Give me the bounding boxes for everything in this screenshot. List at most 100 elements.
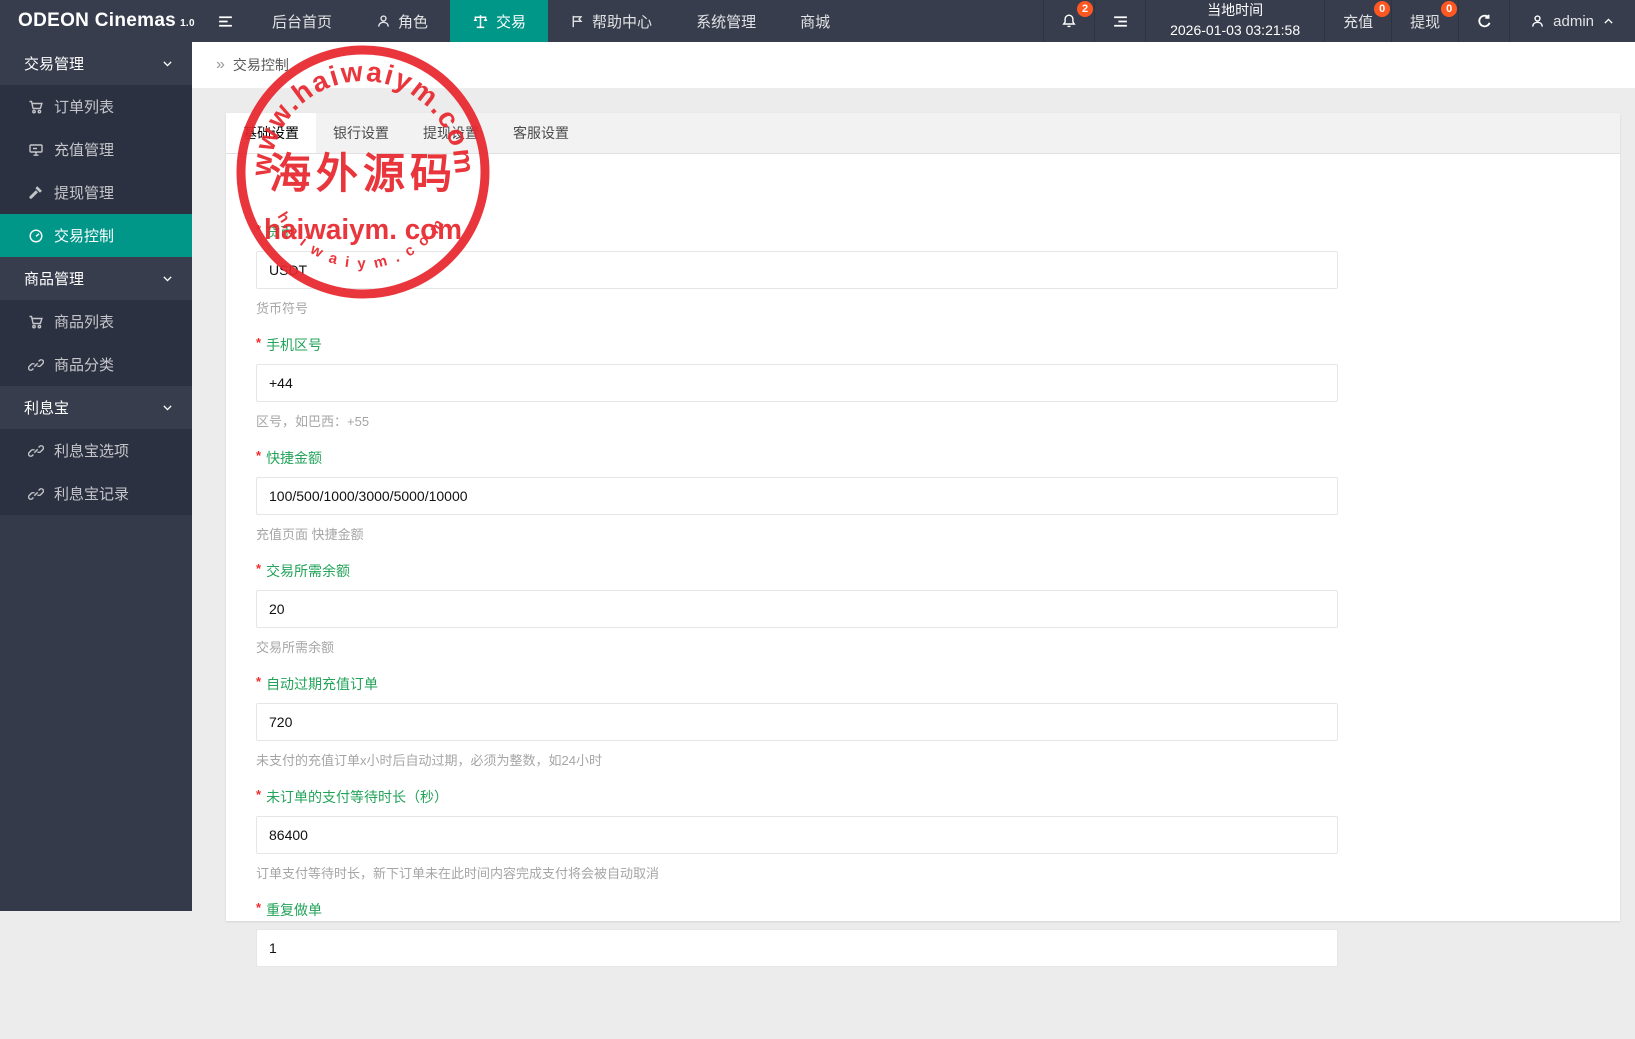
sidebar-item-goods-list[interactable]: 商品列表 [0, 300, 192, 343]
field-help: 订单支付等待时长，新下订单未在此时间内容完成支付将会被自动取消 [256, 863, 1590, 882]
tab-label: 银行设置 [333, 125, 389, 141]
sidebar-group-goods[interactable]: 商品管理 [0, 257, 192, 300]
local-time-value: 2026-01-03 03:21:58 [1160, 21, 1310, 41]
link-icon [28, 443, 44, 459]
page-background: 基础设置 银行设置 提现设置 客服设置 *货币 货币符号 *手机区号 区号，如巴… [192, 89, 1635, 911]
user-icon [376, 14, 391, 29]
sidebar-item-label: 利息宝选项 [54, 440, 129, 461]
chevron-down-icon [161, 272, 174, 285]
sidebar-collapse-button[interactable] [200, 0, 250, 42]
settings-card: 基础设置 银行设置 提现设置 客服设置 *货币 货币符号 *手机区号 区号，如巴… [226, 113, 1620, 921]
form-field-repeat-order: *重复做单 [256, 900, 1590, 991]
right-panel-toggle[interactable] [1094, 0, 1145, 42]
user-menu[interactable]: admin [1509, 0, 1635, 42]
sidebar-submenu-interest: 利息宝选项 利息宝记录 [0, 429, 192, 515]
quick-amount-input[interactable] [256, 477, 1338, 515]
tab-basic-settings[interactable]: 基础设置 [226, 113, 316, 153]
required-asterisk: * [256, 448, 261, 463]
scales-icon [472, 13, 489, 30]
field-label: *重复做单 [256, 900, 1590, 920]
required-asterisk: * [256, 561, 261, 576]
nav-item-roles[interactable]: 角色 [354, 0, 450, 42]
trade-balance-input[interactable] [256, 590, 1338, 628]
user-icon [1530, 14, 1545, 29]
gavel-icon [28, 185, 44, 201]
field-help [256, 976, 1590, 991]
tab-bank-settings[interactable]: 银行设置 [316, 113, 406, 153]
sidebar-item-trade-control[interactable]: 交易控制 [0, 214, 192, 257]
breadcrumb: » 交易控制 [192, 42, 1635, 89]
tab-label: 基础设置 [243, 125, 299, 141]
link-icon [28, 357, 44, 373]
navbar-right: 2 当地时间 2026-01-03 03:21:58 充值 0 提现 0 adm… [1043, 0, 1635, 42]
sidebar-item-label: 提现管理 [54, 182, 114, 203]
sidebar-item-interest-records[interactable]: 利息宝记录 [0, 472, 192, 515]
sidebar-item-recharge-manage[interactable]: 充值管理 [0, 128, 192, 171]
sidebar-item-withdraw-manage[interactable]: 提现管理 [0, 171, 192, 214]
form-field-payment-wait: *未订单的支付等待时长（秒） 订单支付等待时长，新下订单未在此时间内容完成支付将… [256, 787, 1590, 882]
required-asterisk: * [256, 900, 261, 915]
chevron-down-icon [161, 401, 174, 414]
field-help: 充值页面 快捷金额 [256, 524, 1590, 543]
nav-item-label: 交易 [496, 11, 526, 32]
sidebar-item-order-list[interactable]: 订单列表 [0, 85, 192, 128]
sidebar-item-goods-category[interactable]: 商品分类 [0, 343, 192, 386]
nav-item-mall[interactable]: 商城 [778, 0, 852, 42]
link-icon [28, 486, 44, 502]
top-navbar: ODEON Cinemas 1.0 后台首页 角色 交易 帮助中心 系统管理 商… [0, 0, 1635, 42]
basic-settings-form: *货币 货币符号 *手机区号 区号，如巴西：+55 *快捷金额 充值页面 快捷金… [226, 154, 1620, 1039]
withdraw-link[interactable]: 提现 0 [1391, 0, 1458, 42]
nav-item-home[interactable]: 后台首页 [250, 0, 354, 42]
form-field-auto-expire: *自动过期充值订单 未支付的充值订单x小时后自动过期，必须为整数，如24小时 [256, 674, 1590, 769]
sidebar-group-interest[interactable]: 利息宝 [0, 386, 192, 429]
sidebar-item-label: 商品分类 [54, 354, 114, 375]
form-field-phone-code: *手机区号 区号，如巴西：+55 [256, 335, 1590, 430]
recharge-link[interactable]: 充值 0 [1324, 0, 1391, 42]
recharge-badge: 0 [1374, 1, 1390, 17]
sidebar-submenu-trade: 订单列表 充值管理 提现管理 交易控制 [0, 85, 192, 257]
required-asterisk: * [256, 674, 261, 689]
nav-item-help-center[interactable]: 帮助中心 [548, 0, 674, 42]
chevron-down-icon [161, 57, 174, 70]
sidebar-group-trade[interactable]: 交易管理 [0, 42, 192, 85]
tab-withdraw-settings[interactable]: 提现设置 [406, 113, 496, 153]
repeat-order-input[interactable] [256, 929, 1338, 967]
brand-logo: ODEON Cinemas 1.0 [0, 10, 200, 32]
refresh-button[interactable] [1458, 0, 1509, 42]
sidebar-item-interest-options[interactable]: 利息宝选项 [0, 429, 192, 472]
form-field-quick-amount: *快捷金额 充值页面 快捷金额 [256, 448, 1590, 543]
flag-icon [570, 14, 585, 29]
cart-icon [28, 99, 44, 115]
phone-code-input[interactable] [256, 364, 1338, 402]
tab-label: 客服设置 [513, 125, 569, 141]
refresh-icon [1476, 13, 1493, 30]
field-help: 区号，如巴西：+55 [256, 411, 1590, 430]
cart-icon [28, 314, 44, 330]
chevron-up-icon [1602, 15, 1615, 28]
settings-tabs: 基础设置 银行设置 提现设置 客服设置 [226, 113, 1620, 154]
field-label: *货币 [256, 222, 1590, 242]
auto-expire-input[interactable] [256, 703, 1338, 741]
brand-title: ODEON Cinemas [18, 10, 176, 32]
form-field-currency: *货币 货币符号 [256, 222, 1590, 317]
nav-item-system[interactable]: 系统管理 [674, 0, 778, 42]
nav-item-trade[interactable]: 交易 [450, 0, 548, 42]
notifications-button[interactable]: 2 [1043, 0, 1094, 42]
recharge-label: 充值 [1343, 11, 1373, 32]
field-label: *未订单的支付等待时长（秒） [256, 787, 1590, 807]
tab-service-settings[interactable]: 客服设置 [496, 113, 586, 153]
field-help: 货币符号 [256, 298, 1590, 317]
required-asterisk: * [256, 787, 261, 802]
currency-input[interactable] [256, 251, 1338, 289]
menu-list-icon [1112, 13, 1129, 30]
sidebar-item-label: 交易控制 [54, 225, 114, 246]
sidebar-item-label: 订单列表 [54, 96, 114, 117]
nav-item-label: 帮助中心 [592, 11, 652, 32]
withdraw-badge: 0 [1441, 1, 1457, 17]
hamburger-icon [217, 13, 234, 30]
withdraw-label: 提现 [1410, 11, 1440, 32]
sidebar-item-label: 充值管理 [54, 139, 114, 160]
tab-label: 提现设置 [423, 125, 479, 141]
field-label: *自动过期充值订单 [256, 674, 1590, 694]
payment-wait-input[interactable] [256, 816, 1338, 854]
